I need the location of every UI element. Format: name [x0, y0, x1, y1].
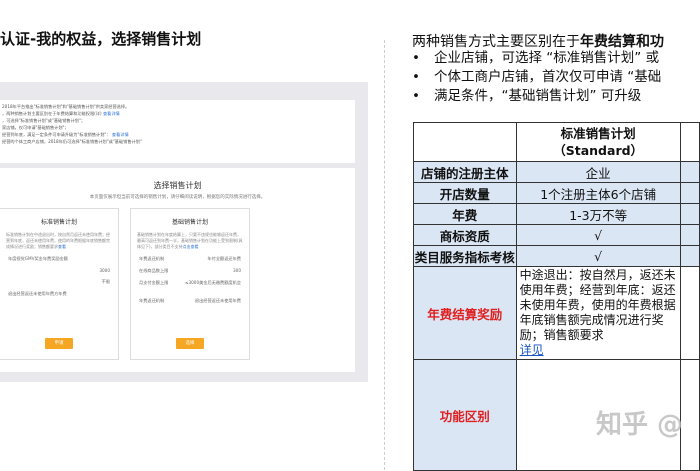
plan-standard-row: 3000 — [99, 268, 110, 273]
upgrade-detail-link[interactable]: 查看详情 — [112, 132, 129, 137]
plan-standard-row: 退出经营返还未使用年费方年费 — [8, 291, 67, 296]
row-label: 店铺的注册主体 — [413, 161, 517, 183]
apply-standard-button[interactable]: 申请 — [45, 338, 73, 349]
table-row-reward: 年费结算奖励 中途退出：按自然月，返还未使用年费；经营到年底：返还未使用年费，使… — [413, 266, 700, 360]
plan-basic-name: 基础销售计划 — [171, 219, 208, 226]
select-plan-card: 选择销售计划 本页面仅展示但当前可选择的销售计划，请仔细阅读说明，根据您的实际情… — [0, 168, 355, 372]
intro-line-5: 经营到年底，满足一定条件可申请升级为"标准销售计划"： 查看详情 — [2, 132, 129, 137]
table-row: 商标资质 √ — [413, 224, 700, 246]
table-row: 店铺的注册主体 企业 — [413, 161, 700, 183]
header-cut-off — [679, 122, 700, 162]
row-value: 1个注册主体6个店铺 — [515, 182, 681, 204]
plan-standard-link[interactable]: 查看 — [58, 244, 66, 249]
column-divider — [384, 40, 385, 470]
intro-line-6: 经营的个体工商户店铺，2018年仍可选择"标准销售计划"或"基础销售计划" — [2, 139, 142, 144]
plan-standard-row: 不限 — [101, 279, 110, 284]
feature-label: 功能区别 — [413, 359, 517, 471]
intro-line-3: ，可选择"标准销售计划"或"基础销售计划"； — [2, 118, 86, 123]
plan-standard-name: 标准销售计划 — [40, 219, 77, 226]
row-label: 年费 — [413, 203, 517, 225]
plan-basic-row: 月支付金额上限 ≤3000美金后无缴费额度机会 — [139, 280, 241, 285]
plan-standard-desc: 标准销售计划在中途退出时，按自然月返还未使用年费；经营到年底，返还未使用年费，使… — [6, 232, 110, 249]
bullet-item: • 满足条件，“基础销售计划” 可升级 — [412, 88, 642, 104]
row-label: 类目服务指标考核 — [413, 245, 517, 267]
select-basic-button[interactable]: 选择 — [176, 338, 204, 349]
table-header-row: 标准销售计划 （Standard） — [413, 122, 700, 162]
select-plan-title: 选择销售计划 — [153, 181, 202, 190]
row-value: 企业 — [515, 161, 681, 183]
reward-detail-link[interactable]: 详见 — [520, 343, 544, 357]
intro-line-2: ，两种销售计划主要区别在于年费结算和功能权限(详) 查看详情 — [2, 111, 120, 116]
row-label: 商标资质 — [413, 224, 517, 246]
bullet-item: • 企业店铺，可选择 “标准销售计划” 或 — [412, 50, 660, 66]
table-row: 类目服务指标考核 √ — [413, 245, 700, 267]
reward-text: 中途退出：按自然月，返还未使用年费；经营到年底：返还未使用年费，使用的年费根据年… — [515, 266, 681, 360]
header-empty-cell — [413, 122, 517, 162]
select-plan-subtitle: 本页面仅展示但当前可选择的销售计划，请仔细阅读说明，根据您的实际情况进行选择。 — [89, 195, 266, 200]
plan-standard: 标准销售计划 标准销售计划在中途退出时，按自然月返还未使用年费；经营到年底，返还… — [0, 208, 119, 360]
right-headline: 两种销售方式主要区别在于年费结算和功 — [412, 34, 664, 50]
intro-card: 2018年平台推出"标准销售计划"和"基础销售计划"供卖家经营选择。 ，两种销售… — [0, 100, 355, 163]
intro-detail-link[interactable]: 查看详情 — [103, 111, 120, 116]
table-row: 开店数量 1个注册主体6个店铺 — [413, 182, 700, 204]
row-value: 1-3万不等 — [515, 203, 681, 225]
left-title: 认证-我的权益，选择销售计划 — [0, 30, 202, 48]
header-standard: 标准销售计划 （Standard） — [515, 122, 681, 162]
embedded-screenshot: 2018年平台推出"标准销售计划"和"基础销售计划"供卖家经营选择。 ，两种销售… — [0, 82, 368, 382]
intro-line-4: 家店铺，仅可申请"基础销售计划"； — [2, 125, 69, 130]
row-value: √ — [515, 224, 681, 246]
plan-standard-row: 年度视觉GMV奖金年费奖励金额 — [8, 256, 68, 261]
row-value: √ — [515, 245, 681, 267]
bullet-item: • 个体工商户店铺，首次仅可申请 “基础 — [412, 69, 662, 85]
zhihu-watermark: 知乎 @ — [596, 410, 684, 440]
row-label: 开店数量 — [413, 182, 517, 204]
intro-line-1: 2018年平台推出"标准销售计划"和"基础销售计划"供卖家经营选择。 — [2, 104, 130, 109]
reward-label: 年费结算奖励 — [413, 266, 517, 360]
plan-basic: 基础销售计划 基础销售计划在年度结算上，只要不违规也能够返还年费，最高可返还到年… — [130, 208, 250, 360]
plan-basic-link[interactable]: 点击查看 — [183, 244, 199, 249]
plan-basic-row: 在线商品数上限 300 — [139, 268, 241, 273]
bullet-list: • 企业店铺，可选择 “标准销售计划” 或 • 个体工商户店铺，首次仅可申请 “基础… — [412, 49, 661, 106]
table-row: 年费 1-3万不等 — [413, 203, 700, 225]
plan-basic-row: 年费返还机制 退出经营返还未使用年费 — [139, 298, 241, 303]
plan-basic-row: 年费返还机制 年付全额返还年费 — [139, 256, 241, 261]
plan-basic-desc: 基础销售计划在年度结算上，只要不违规也能够返还年费，最高可返还到年费一半，基础销… — [137, 232, 243, 249]
